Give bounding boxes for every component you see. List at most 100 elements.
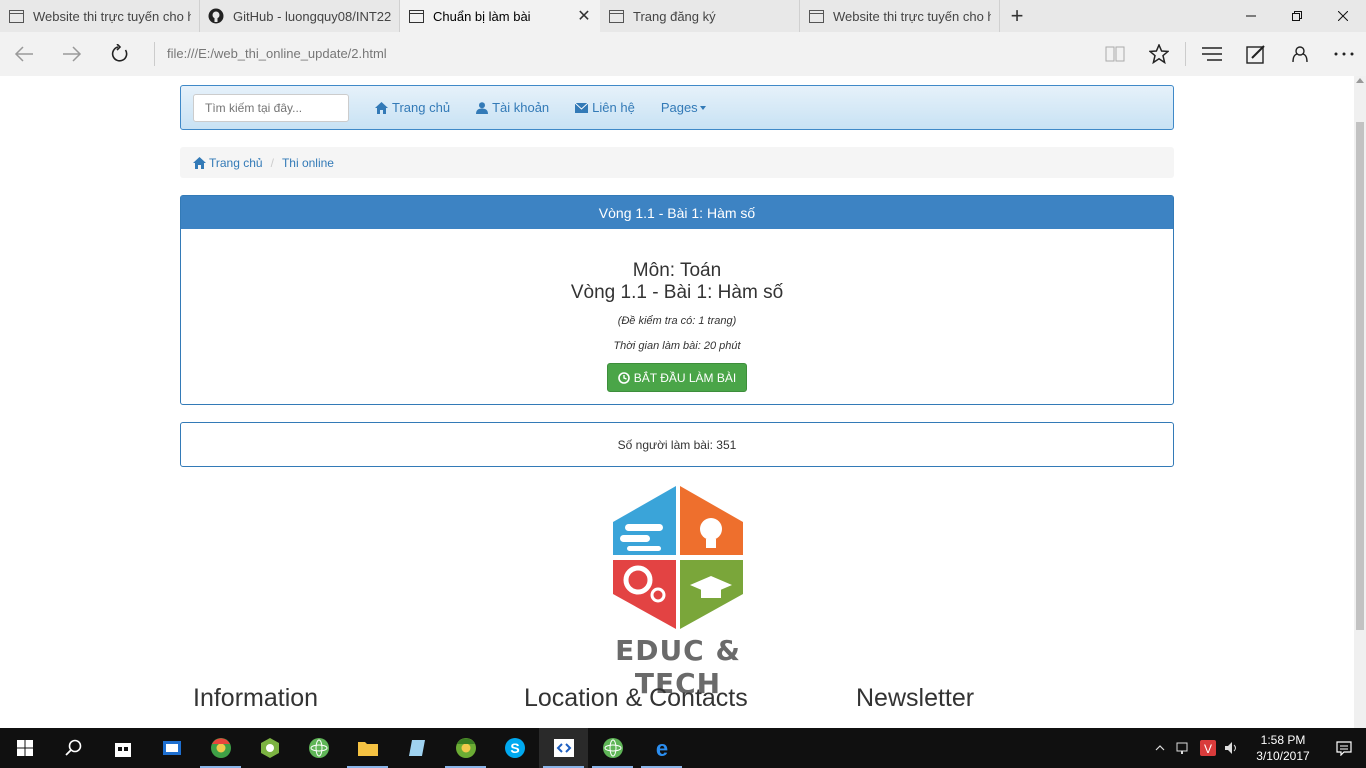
android-studio-icon[interactable] (245, 728, 294, 768)
home-icon (193, 156, 206, 169)
file-explorer-icon[interactable] (343, 728, 392, 768)
window-controls (1228, 0, 1366, 32)
page-icon (608, 8, 624, 24)
participant-count: Số người làm bài: 351 (617, 437, 737, 452)
tab-label: Website thi trực tuyến cho h (833, 8, 991, 24)
tab-github[interactable]: GitHub - luongquy08/INT22 (200, 0, 400, 32)
web-note-icon[interactable] (1234, 32, 1278, 76)
toolbar-divider (1185, 42, 1186, 66)
footer-heading-newsletter: Newsletter (856, 684, 975, 712)
exam-duration: Thời gian làm bài: 20 phút (613, 340, 741, 352)
footer-heading-location-contacts: Location & Contacts (524, 684, 748, 712)
refresh-button[interactable] (96, 32, 144, 76)
forward-button[interactable] (48, 32, 96, 76)
exam-panel-heading: Vòng 1.1 - Bài 1: Hàm số (181, 196, 1173, 229)
breadcrumb-separator: / (270, 155, 274, 170)
start-icon[interactable] (0, 728, 49, 768)
page-viewport: Trang chủ Tài khoản Liên hệ Pages Trang … (0, 76, 1354, 728)
nav-home[interactable]: Trang chủ (375, 100, 450, 115)
restore-button[interactable] (1274, 0, 1320, 32)
envelope-icon (575, 102, 589, 113)
back-button[interactable] (0, 32, 48, 76)
svg-text:V: V (1204, 742, 1212, 756)
svg-text:e: e (655, 737, 667, 759)
nav-contact-label: Liên hệ (592, 100, 635, 115)
task-view-icon[interactable] (147, 728, 196, 768)
hub-icon[interactable] (1190, 32, 1234, 76)
taskbar-clock[interactable]: 1:58 PM 3/10/2017 (1244, 732, 1322, 764)
tab-chuan-bi-lam-bai[interactable]: Chuẩn bị làm bài ✕ (400, 0, 600, 32)
chevron-up-icon[interactable] (1148, 728, 1172, 768)
system-tray: V 1:58 PM 3/10/2017 (1148, 728, 1366, 768)
breadcrumb: Trang chủ / Thi online (180, 147, 1174, 178)
notepad-icon[interactable] (392, 728, 441, 768)
clock-icon (617, 371, 630, 384)
tab-label: Trang đăng ký (633, 8, 716, 24)
exam-page-count-note: (Đề kiểm tra có: 1 trang) (617, 315, 737, 327)
user-icon (476, 101, 489, 114)
nav-account-label: Tài khoản (492, 100, 550, 115)
clock-time: 1:58 PM (1260, 733, 1306, 747)
breadcrumb-home[interactable]: Trang chủ (193, 156, 263, 170)
chrome-canary-icon[interactable] (441, 728, 490, 768)
tab-label: GitHub - luongquy08/INT22 (233, 8, 391, 24)
close-window-button[interactable] (1320, 0, 1366, 32)
exam-panel-body: Môn: Toán Vòng 1.1 - Bài 1: Hàm số (Đề k… (181, 229, 1173, 392)
windows-taskbar: S e V 1:58 PM 3/10/2017 (0, 728, 1366, 768)
address-bar-tools (1093, 32, 1366, 76)
tab-website-1[interactable]: Website thi trực tuyến cho h (0, 0, 200, 32)
chrome-icon[interactable] (196, 728, 245, 768)
breadcrumb-current[interactable]: Thi online (282, 156, 334, 170)
scroll-thumb[interactable] (1356, 122, 1364, 630)
tab-bar: Website thi trực tuyến cho h GitHub - lu… (0, 0, 1366, 32)
caret-down-icon (699, 105, 706, 110)
footer-heading-information: Information (193, 684, 319, 712)
start-exam-button[interactable]: BẮT ĐẦU LÀM BÀI (607, 363, 747, 392)
clock-date: 3/10/2017 (1256, 749, 1310, 763)
site-navbar: Trang chủ Tài khoản Liên hệ Pages (180, 85, 1174, 130)
tab-label: Website thi trực tuyến cho h (33, 8, 191, 24)
more-icon[interactable] (1322, 32, 1366, 76)
close-tab-icon[interactable]: ✕ (576, 6, 592, 26)
nav-pages-label: Pages (660, 100, 698, 115)
store-icon[interactable] (98, 728, 147, 768)
action-center-icon[interactable] (1322, 728, 1366, 768)
url-field[interactable]: file:///E:/web_thi_online_update/2.html (154, 42, 1084, 66)
participant-count-box: Số người làm bài: 351 (180, 422, 1174, 467)
network-icon[interactable] (1172, 728, 1196, 768)
search-icon[interactable] (49, 728, 98, 768)
nav-home-label: Trang chủ (392, 100, 451, 115)
share-icon[interactable] (1278, 32, 1322, 76)
page-icon (408, 8, 424, 24)
visual-studio-code-icon[interactable] (539, 728, 588, 768)
exam-subject: Môn: Toán (632, 260, 722, 281)
reading-view-icon[interactable] (1093, 32, 1137, 76)
scroll-up-arrow-icon[interactable] (1356, 78, 1364, 83)
nav-pages-dropdown[interactable]: Pages (661, 100, 706, 115)
page-icon (8, 8, 24, 24)
start-exam-label: BẮT ĐẦU LÀM BÀI (633, 370, 737, 385)
nav-contact[interactable]: Liên hệ (575, 100, 635, 115)
tab-website-2[interactable]: Website thi trực tuyến cho h (800, 0, 1000, 32)
tab-label: Chuẩn bị làm bài (433, 8, 531, 24)
search-input[interactable] (193, 93, 349, 122)
new-tab-button[interactable]: + (1000, 0, 1034, 32)
vivaldi-tray-icon[interactable]: V (1196, 728, 1220, 768)
edge-icon[interactable]: e (637, 728, 686, 768)
volume-icon[interactable] (1220, 728, 1244, 768)
svg-text:S: S (510, 740, 519, 756)
favorite-star-icon[interactable] (1137, 32, 1181, 76)
tab-trang-dang-ky[interactable]: Trang đăng ký (600, 0, 800, 32)
page-icon (808, 8, 824, 24)
github-icon (208, 8, 224, 24)
home-icon (375, 101, 388, 114)
breadcrumb-home-label: Trang chủ (209, 155, 263, 170)
exam-panel: Vòng 1.1 - Bài 1: Hàm số Môn: Toán Vòng … (180, 195, 1174, 405)
logo-graphic (613, 486, 743, 629)
atom-icon[interactable] (294, 728, 343, 768)
minimize-button[interactable] (1228, 0, 1274, 32)
nav-account[interactable]: Tài khoản (476, 100, 549, 115)
skype-icon[interactable]: S (490, 728, 539, 768)
atom-icon[interactable] (588, 728, 637, 768)
page-scrollbar[interactable] (1354, 76, 1366, 728)
